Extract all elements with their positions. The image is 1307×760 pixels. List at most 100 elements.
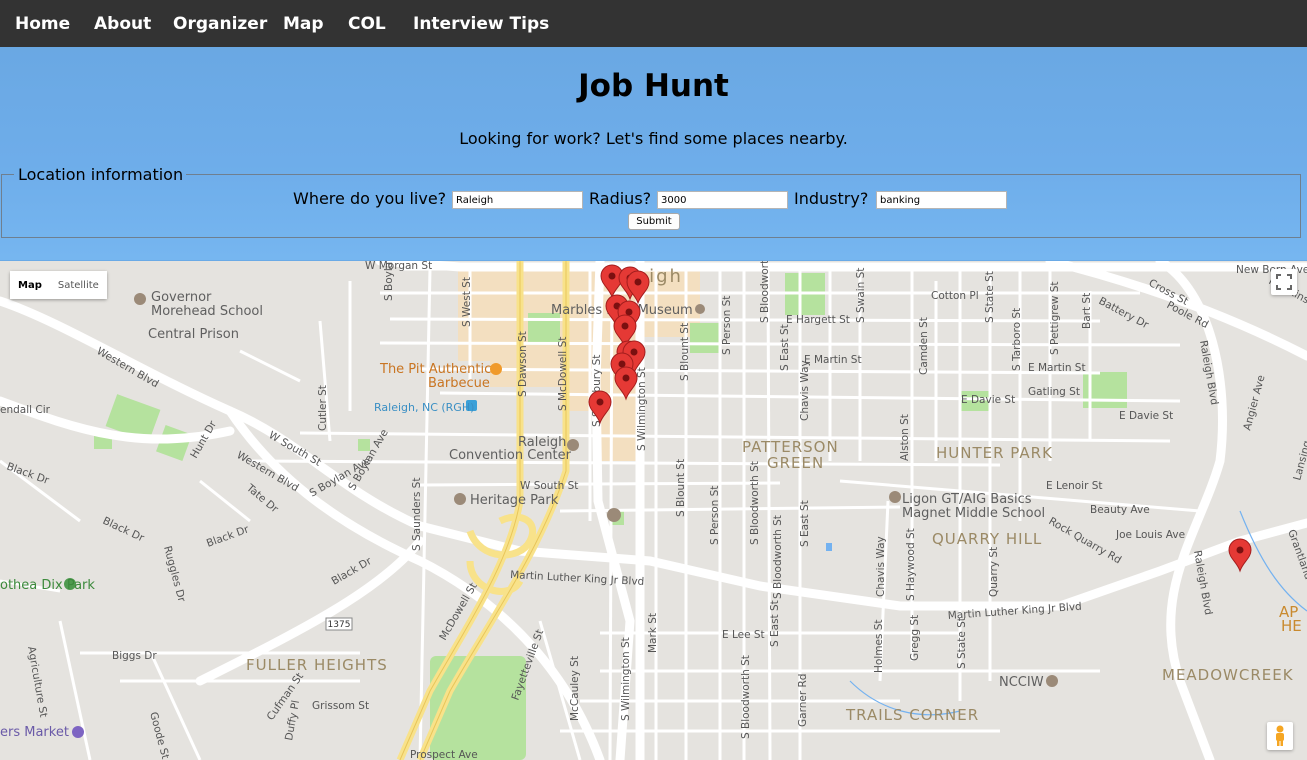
map-pin-dot <box>618 360 626 368</box>
svg-text:S Blount St: S Blount St <box>679 323 691 381</box>
map-label: The Pit Authentic <box>379 362 491 377</box>
svg-text:Holmes St: Holmes St <box>873 619 885 673</box>
svg-text:Goode St: Goode St <box>147 711 171 760</box>
svg-text:Alston St: Alston St <box>899 414 911 461</box>
map-pin-dot <box>630 348 638 356</box>
map-pin-dot <box>1236 546 1244 554</box>
map-label: Raleigh, NC (RGH) <box>374 401 474 414</box>
poi-icon[interactable] <box>607 508 621 522</box>
map-label: Barbecue <box>428 376 490 391</box>
street-view-button[interactable] <box>1267 722 1293 750</box>
map-label: Ligon GT/AIG Basics <box>902 492 1032 507</box>
svg-text:Gregg St: Gregg St <box>909 615 921 661</box>
fullscreen-icon <box>1276 274 1292 290</box>
svg-text:Cufman St: Cufman St <box>265 671 306 723</box>
map-label: NCCIW <box>999 675 1044 690</box>
svg-text:E Martin St: E Martin St <box>1028 362 1086 374</box>
svg-text:Biggs Dr: Biggs Dr <box>112 650 157 662</box>
svg-text:Black Dr: Black Dr <box>101 515 147 545</box>
svg-text:Angier Ave: Angier Ave <box>1241 374 1267 432</box>
location-fieldset: Location information Where do you live? … <box>1 165 1301 238</box>
svg-text:Garner Rd: Garner Rd <box>797 674 809 727</box>
pond <box>826 543 832 551</box>
nav-col[interactable]: COL <box>348 0 386 47</box>
svg-text:S Dawson St: S Dawson St <box>517 331 529 397</box>
map-canvas[interactable]: 1375 Governor Morehead School Central Pr… <box>0 261 1307 760</box>
location-input[interactable] <box>452 191 583 209</box>
map-pin-dot <box>608 272 616 280</box>
svg-text:S West St: S West St <box>461 277 473 327</box>
nav-map[interactable]: Map <box>283 0 324 47</box>
map-label: MEADOWCREEK <box>1162 666 1294 684</box>
svg-text:Grantland Dr: Grantland Dr <box>1285 528 1307 597</box>
map-label: Heritage Park <box>470 493 559 508</box>
svg-text:Grissom St: Grissom St <box>312 700 369 712</box>
map-pin-icon[interactable] <box>1228 538 1252 573</box>
nav-about[interactable]: About <box>94 0 151 47</box>
pegman-icon <box>1276 725 1284 746</box>
svg-text:S Swain St: S Swain St <box>855 268 867 323</box>
svg-text:S Bloodworth St: S Bloodworth St <box>749 461 761 545</box>
svg-text:Camden St: Camden St <box>918 317 930 375</box>
page-title: Job Hunt <box>578 68 729 104</box>
svg-text:S Person St: S Person St <box>709 486 721 545</box>
industry-input[interactable] <box>876 191 1007 209</box>
svg-text:E Lee St: E Lee St <box>722 629 765 641</box>
google-map[interactable]: 1375 Governor Morehead School Central Pr… <box>0 261 1307 760</box>
svg-text:1375: 1375 <box>328 620 351 630</box>
svg-text:E Lenoir St: E Lenoir St <box>1046 480 1103 492</box>
heritage-park-icon[interactable] <box>454 493 466 505</box>
map-pin-dot <box>621 322 629 330</box>
map-pin-dot <box>622 374 630 382</box>
svg-text:S Haywood St: S Haywood St <box>905 528 917 601</box>
park <box>690 323 720 353</box>
svg-text:S Saunders St: S Saunders St <box>411 478 423 551</box>
map-label: ers Market <box>0 725 69 740</box>
svg-text:W Morgan St: W Morgan St <box>365 261 432 272</box>
restaurant-icon[interactable] <box>490 363 502 375</box>
page-subtitle: Looking for work? Let's find some places… <box>459 129 848 148</box>
school-icon[interactable] <box>889 491 901 503</box>
museum-icon[interactable] <box>695 304 705 314</box>
nccw-icon[interactable] <box>1046 675 1058 687</box>
nav-organizer[interactable]: Organizer <box>173 0 267 47</box>
svg-text:McCauley St: McCauley St <box>569 656 581 721</box>
svg-text:Lansing: Lansing <box>1291 439 1307 481</box>
location-label: Where do you live? <box>293 189 447 208</box>
map-label: Convention Center <box>449 448 572 463</box>
svg-text:E Davie St: E Davie St <box>1119 410 1173 422</box>
map-label: Magnet Middle School <box>902 506 1045 521</box>
submit-button[interactable]: Submit <box>628 213 680 230</box>
svg-text:E Hargett St: E Hargett St <box>786 314 850 326</box>
svg-text:Chavis Way: Chavis Way <box>875 536 887 597</box>
svg-text:Joe Louis Ave: Joe Louis Ave <box>1115 529 1185 541</box>
svg-text:Rock Quarry Rd: Rock Quarry Rd <box>1047 515 1124 566</box>
map-label: othea Dix Park <box>0 578 95 593</box>
school-poi-icon[interactable] <box>134 293 146 305</box>
page-header: Job Hunt Looking for work? Let's find so… <box>0 47 1307 260</box>
svg-text:S Blount St: S Blount St <box>675 459 687 517</box>
svg-text:S Bloodworth St: S Bloodworth St <box>772 515 784 599</box>
svg-text:Raleigh Blvd: Raleigh Blvd <box>1191 549 1214 616</box>
radius-input[interactable] <box>657 191 788 209</box>
map-label: GREEN <box>767 454 824 472</box>
svg-text:Ruggles Dr: Ruggles Dr <box>161 545 188 604</box>
market-icon[interactable] <box>72 726 84 738</box>
svg-text:Mark St: Mark St <box>647 613 659 653</box>
map-pin-dot <box>625 308 633 316</box>
map-type-satellite-button[interactable]: Satellite <box>49 271 107 299</box>
top-nav: Home About Organizer Map COL Interview T… <box>0 0 1307 47</box>
svg-text:S Pettigrew St: S Pettigrew St <box>1049 282 1061 356</box>
svg-text:S Boylan Ave: S Boylan Ave <box>383 261 395 301</box>
map-type-map-button[interactable]: Map <box>10 271 50 299</box>
map-pin-dot <box>634 278 642 286</box>
nav-interview-tips[interactable]: Interview Tips <box>413 0 549 47</box>
map-label: TRAILS CORNER <box>845 706 979 724</box>
svg-text:S Wilmington St: S Wilmington St <box>620 637 632 721</box>
fullscreen-button[interactable] <box>1271 269 1297 295</box>
industry-label: Industry? <box>794 189 869 208</box>
nav-home[interactable]: Home <box>15 0 70 47</box>
svg-text:S East St: S East St <box>799 500 811 547</box>
svg-text:S Boylan Ave: S Boylan Ave <box>346 427 391 492</box>
svg-text:S State St: S State St <box>956 617 968 669</box>
